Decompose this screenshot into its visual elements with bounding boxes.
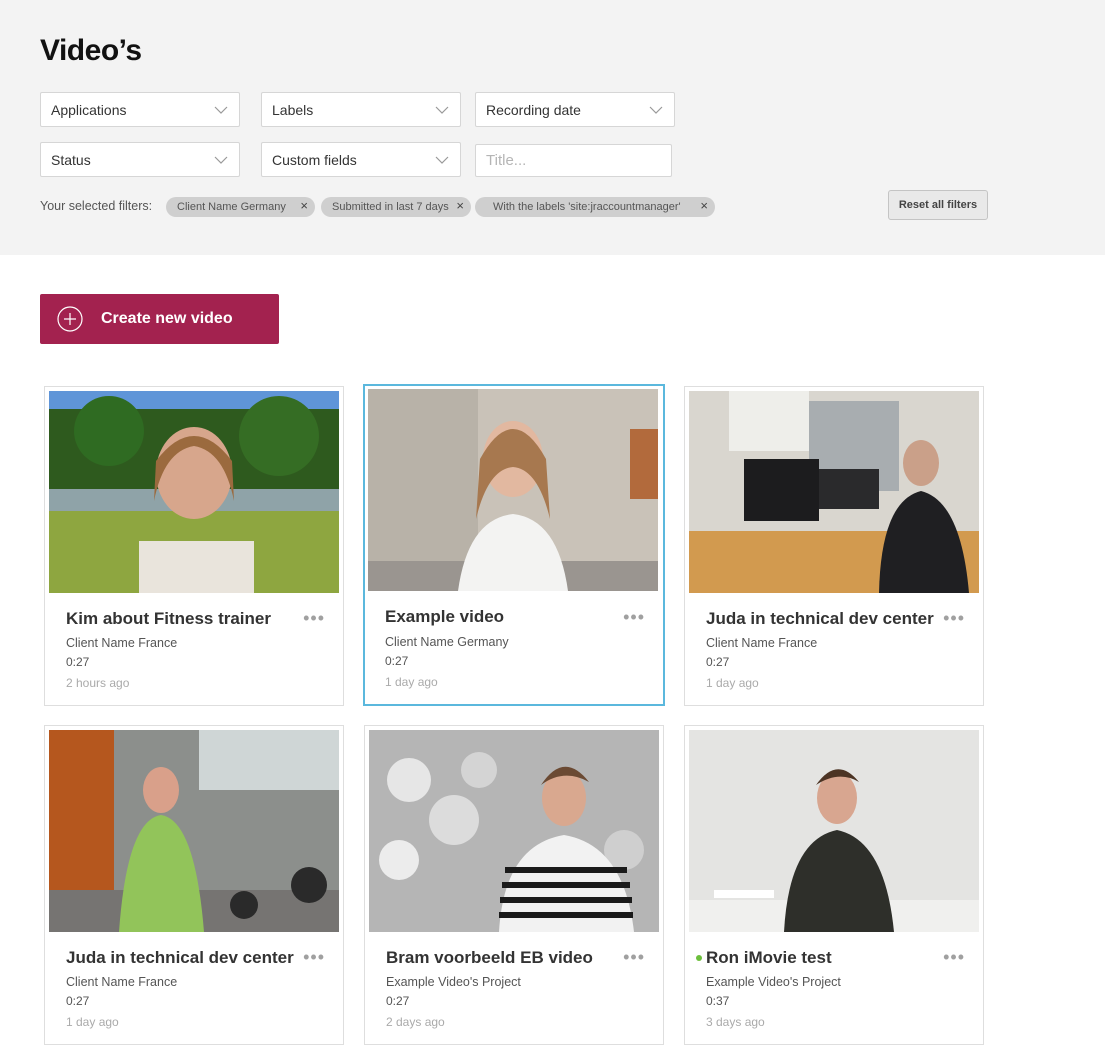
- close-icon[interactable]: ×: [700, 198, 708, 213]
- create-video-button[interactable]: Create new video: [40, 294, 279, 344]
- create-video-label: Create new video: [101, 310, 233, 327]
- video-title[interactable]: Juda in technical dev center: [706, 609, 934, 629]
- recording-date-dropdown[interactable]: Recording date: [475, 92, 675, 127]
- video-card[interactable]: Ron iMovie test ••• Example Video's Proj…: [684, 725, 984, 1045]
- chip-label: Client Name Germany: [177, 201, 286, 213]
- video-timestamp: 2 days ago: [386, 1015, 445, 1029]
- custom-fields-dropdown[interactable]: Custom fields: [261, 142, 461, 177]
- video-client: Client Name France: [66, 975, 178, 989]
- video-duration: 0:27: [706, 655, 730, 669]
- title-search-input[interactable]: [475, 144, 672, 177]
- chevron-down-icon: [648, 105, 664, 115]
- video-thumbnail[interactable]: [49, 730, 339, 932]
- reset-filters-button[interactable]: Reset all filters: [888, 190, 988, 220]
- video-thumbnail[interactable]: [369, 730, 659, 932]
- dropdown-label: Status: [51, 151, 91, 168]
- video-card[interactable]: Juda in technical dev center ••• Client …: [44, 725, 344, 1045]
- chevron-down-icon: [213, 155, 229, 165]
- dropdown-label: Custom fields: [272, 151, 357, 168]
- video-title[interactable]: Kim about Fitness trainer: [66, 609, 271, 629]
- video-card[interactable]: Example video ••• Client Name Germany 0:…: [363, 384, 665, 706]
- close-icon[interactable]: ×: [300, 198, 308, 213]
- more-icon[interactable]: •••: [943, 609, 965, 627]
- video-thumbnail[interactable]: [689, 391, 979, 593]
- video-card[interactable]: Kim about Fitness trainer ••• Client Nam…: [44, 386, 344, 706]
- video-title[interactable]: Bram voorbeeld EB video: [386, 948, 593, 968]
- plus-circle-icon: [57, 306, 83, 332]
- more-icon[interactable]: •••: [303, 609, 325, 627]
- more-icon[interactable]: •••: [623, 608, 645, 626]
- video-client: Example Video's Project: [706, 975, 841, 989]
- video-title[interactable]: Juda in technical dev center: [66, 948, 294, 968]
- dropdown-label: Labels: [272, 101, 314, 118]
- status-dropdown[interactable]: Status: [40, 142, 240, 177]
- video-duration: 0:27: [66, 994, 90, 1008]
- status-indicator-icon: [696, 955, 702, 961]
- filter-chip: With the labels 'site:jraccountmanager' …: [475, 197, 715, 217]
- chip-label: Submitted in last 7 days: [332, 201, 449, 213]
- video-duration: 0:27: [66, 655, 90, 669]
- filter-chip: Submitted in last 7 days ×: [321, 197, 471, 217]
- labels-dropdown[interactable]: Labels: [261, 92, 461, 127]
- video-client: Client Name France: [706, 636, 818, 650]
- video-client: Example Video's Project: [386, 975, 521, 989]
- video-timestamp: 1 day ago: [66, 1015, 119, 1029]
- video-timestamp: 3 days ago: [706, 1015, 765, 1029]
- video-card[interactable]: Juda in technical dev center ••• Client …: [684, 386, 984, 706]
- video-client: Client Name Germany: [385, 635, 509, 649]
- dropdown-label: Recording date: [486, 101, 581, 118]
- video-title[interactable]: Example video: [385, 607, 504, 627]
- video-thumbnail[interactable]: [368, 389, 658, 591]
- video-card[interactable]: Bram voorbeeld EB video ••• Example Vide…: [364, 725, 664, 1045]
- video-timestamp: 1 day ago: [385, 675, 438, 689]
- video-duration: 0:37: [706, 994, 730, 1008]
- more-icon[interactable]: •••: [623, 948, 645, 966]
- video-thumbnail[interactable]: [689, 730, 979, 932]
- video-title[interactable]: Ron iMovie test: [706, 948, 832, 968]
- video-timestamp: 2 hours ago: [66, 676, 130, 690]
- page-title: Video’s: [40, 34, 142, 67]
- video-client: Client Name France: [66, 636, 178, 650]
- video-timestamp: 1 day ago: [706, 676, 759, 690]
- more-icon[interactable]: •••: [943, 948, 965, 966]
- selected-filters-label: Your selected filters:: [40, 199, 153, 213]
- chevron-down-icon: [434, 155, 450, 165]
- applications-dropdown[interactable]: Applications: [40, 92, 240, 127]
- filter-chip: Client Name Germany ×: [166, 197, 315, 217]
- chip-label: With the labels 'site:jraccountmanager': [493, 201, 681, 213]
- chevron-down-icon: [434, 105, 450, 115]
- chevron-down-icon: [213, 105, 229, 115]
- video-thumbnail[interactable]: [49, 391, 339, 593]
- close-icon[interactable]: ×: [456, 198, 464, 213]
- dropdown-label: Applications: [51, 101, 127, 118]
- video-duration: 0:27: [385, 654, 409, 668]
- video-duration: 0:27: [386, 994, 410, 1008]
- more-icon[interactable]: •••: [303, 948, 325, 966]
